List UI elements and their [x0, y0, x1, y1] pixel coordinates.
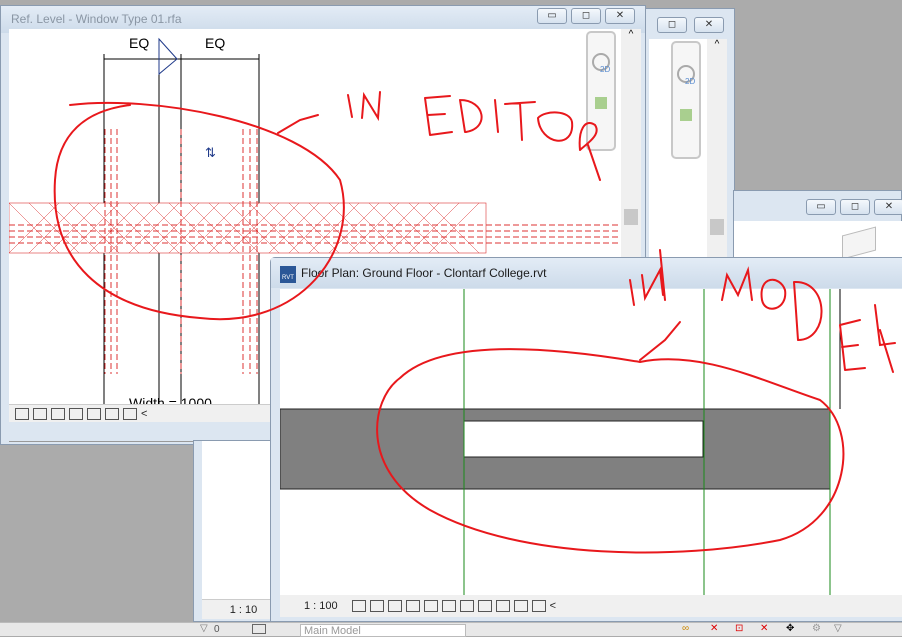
filter-selection-icon[interactable]: ▽ — [834, 623, 842, 634]
select-underlay-icon[interactable]: ✕ — [710, 623, 718, 634]
background-process-icon[interactable]: ⚙ — [812, 623, 821, 634]
drag-elements-icon[interactable]: ✥ — [786, 623, 794, 634]
model-circle-annotation — [376, 348, 845, 554]
red-markup-annotations — [53, 91, 896, 554]
editing-requests-icon[interactable] — [252, 624, 266, 634]
filter-icon[interactable]: ▽ — [200, 623, 208, 634]
select-by-face-icon[interactable]: ✕ — [760, 623, 768, 634]
selection-count: 0 — [214, 624, 220, 635]
select-pinned-icon[interactable]: ⊡ — [735, 623, 743, 634]
editor-arrow-annotation — [277, 114, 319, 134]
model-arrow-annotation — [639, 321, 681, 361]
editor-circle-annotation — [53, 101, 345, 321]
workset-field[interactable]: Main Model — [300, 624, 466, 637]
select-links-icon[interactable]: ∞ — [682, 623, 689, 634]
status-bar: ▽ 0 Main Model ∞ ✕ ⊡ ✕ ✥ ⚙ ▽ — [0, 622, 902, 637]
